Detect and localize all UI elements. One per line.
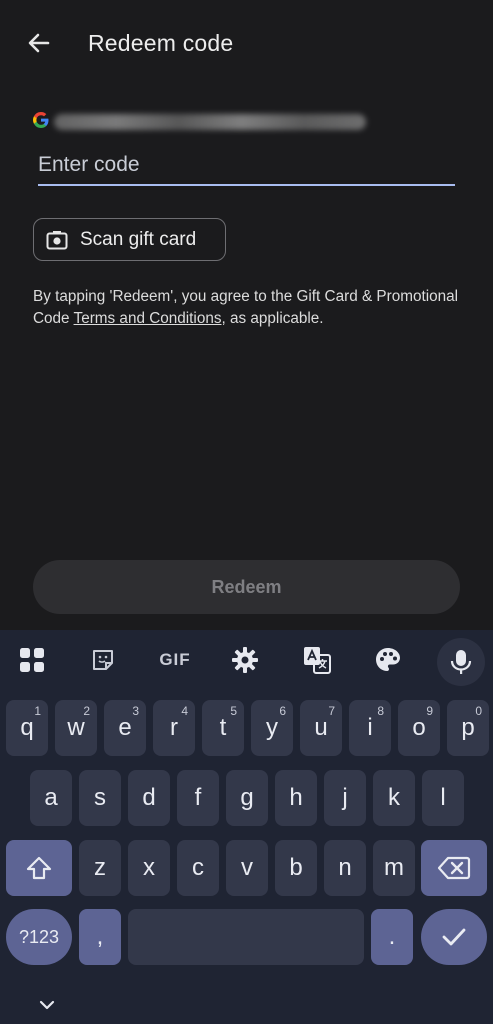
key-label: i: [367, 714, 373, 741]
key-g[interactable]: g: [226, 770, 268, 826]
redeem-label: Redeem: [211, 576, 282, 597]
key-b[interactable]: b: [275, 840, 317, 896]
checkmark-icon: [442, 928, 466, 946]
terms-link[interactable]: Terms and Conditions: [74, 310, 222, 327]
key-hint: 7: [328, 704, 335, 718]
key-k[interactable]: k: [373, 770, 415, 826]
key-hint: 2: [83, 704, 90, 718]
key-o[interactable]: o9: [398, 700, 440, 756]
key-label: u: [314, 714, 328, 741]
key-z[interactable]: z: [79, 840, 121, 896]
input-underline: [38, 184, 455, 186]
keyboard-toolbar: GIF: [0, 630, 493, 692]
key-t[interactable]: t5: [202, 700, 244, 756]
microphone-icon[interactable]: [437, 638, 485, 686]
backspace-icon: [437, 856, 471, 880]
scan-gift-card-label: Scan gift card: [80, 228, 197, 250]
key-hint: 5: [230, 704, 237, 718]
key-hint: 9: [426, 704, 433, 718]
enter-key[interactable]: [421, 909, 487, 965]
key-label: p: [461, 714, 475, 741]
key-hint: 8: [377, 704, 384, 718]
key-a[interactable]: a: [30, 770, 72, 826]
on-screen-keyboard: GIF q 1 w 2 e 3 r 4 t 5 y 6 u 7 i 8 o 9 …: [0, 630, 493, 1024]
key-u[interactable]: u7: [300, 700, 342, 756]
terms-suffix: , as applicable.: [221, 310, 324, 327]
google-logo-icon: [32, 110, 50, 130]
comma-key[interactable]: ,: [79, 909, 121, 965]
key-x[interactable]: x: [128, 840, 170, 896]
space-key[interactable]: [128, 909, 364, 965]
key-hint: 6: [279, 704, 286, 718]
key-label: w: [67, 714, 85, 741]
key-c[interactable]: c: [177, 840, 219, 896]
hide-keyboard-chevron-down-icon[interactable]: [38, 998, 56, 1012]
top-app-bar: Redeem code: [0, 0, 493, 88]
key-q[interactable]: q1: [6, 700, 48, 756]
key-s[interactable]: s: [79, 770, 121, 826]
camera-icon: [46, 230, 68, 249]
key-label: e: [118, 714, 132, 741]
code-input-field[interactable]: [38, 146, 455, 186]
key-y[interactable]: y6: [251, 700, 293, 756]
code-input[interactable]: [38, 146, 455, 184]
key-h[interactable]: h: [275, 770, 317, 826]
scan-gift-card-button[interactable]: Scan gift card: [33, 218, 226, 261]
terms-text: By tapping 'Redeem', you agree to the Gi…: [33, 286, 463, 330]
key-p[interactable]: p0: [447, 700, 489, 756]
shift-key[interactable]: [6, 840, 72, 896]
account-row: [32, 110, 366, 132]
backspace-key[interactable]: [421, 840, 487, 896]
back-arrow-icon[interactable]: [22, 26, 56, 60]
key-d[interactable]: d: [128, 770, 170, 826]
key-e[interactable]: e3: [104, 700, 146, 756]
key-l[interactable]: l: [422, 770, 464, 826]
key-hint: 4: [181, 704, 188, 718]
page-title: Redeem code: [88, 30, 234, 56]
palette-icon[interactable]: [372, 644, 404, 676]
key-label: q: [20, 714, 34, 741]
redeem-button[interactable]: Redeem: [33, 560, 460, 614]
period-key[interactable]: .: [371, 909, 413, 965]
redacted-account-email: [54, 114, 366, 130]
key-r[interactable]: r4: [153, 700, 195, 756]
key-v[interactable]: v: [226, 840, 268, 896]
shift-arrow-icon: [26, 856, 52, 880]
key-label: t: [219, 714, 227, 741]
key-label: o: [412, 714, 426, 741]
key-label: r: [170, 714, 178, 741]
key-i[interactable]: i8: [349, 700, 391, 756]
gif-button[interactable]: GIF: [155, 644, 195, 676]
key-f[interactable]: f: [177, 770, 219, 826]
settings-gear-icon[interactable]: [229, 644, 261, 676]
sticker-icon[interactable]: [87, 644, 119, 676]
key-n[interactable]: n: [324, 840, 366, 896]
symbols-key[interactable]: ?123: [6, 909, 72, 965]
redeem-code-screen: Redeem code Scan gift card By tapping 'R…: [0, 0, 493, 1024]
key-hint: 3: [132, 704, 139, 718]
apps-grid-icon[interactable]: [16, 644, 48, 676]
key-label: y: [266, 714, 278, 741]
key-j[interactable]: j: [324, 770, 366, 826]
key-w[interactable]: w2: [55, 700, 97, 756]
translate-icon[interactable]: [301, 644, 333, 676]
key-hint: 0: [475, 704, 482, 718]
key-hint: 1: [34, 704, 41, 718]
key-m[interactable]: m: [373, 840, 415, 896]
